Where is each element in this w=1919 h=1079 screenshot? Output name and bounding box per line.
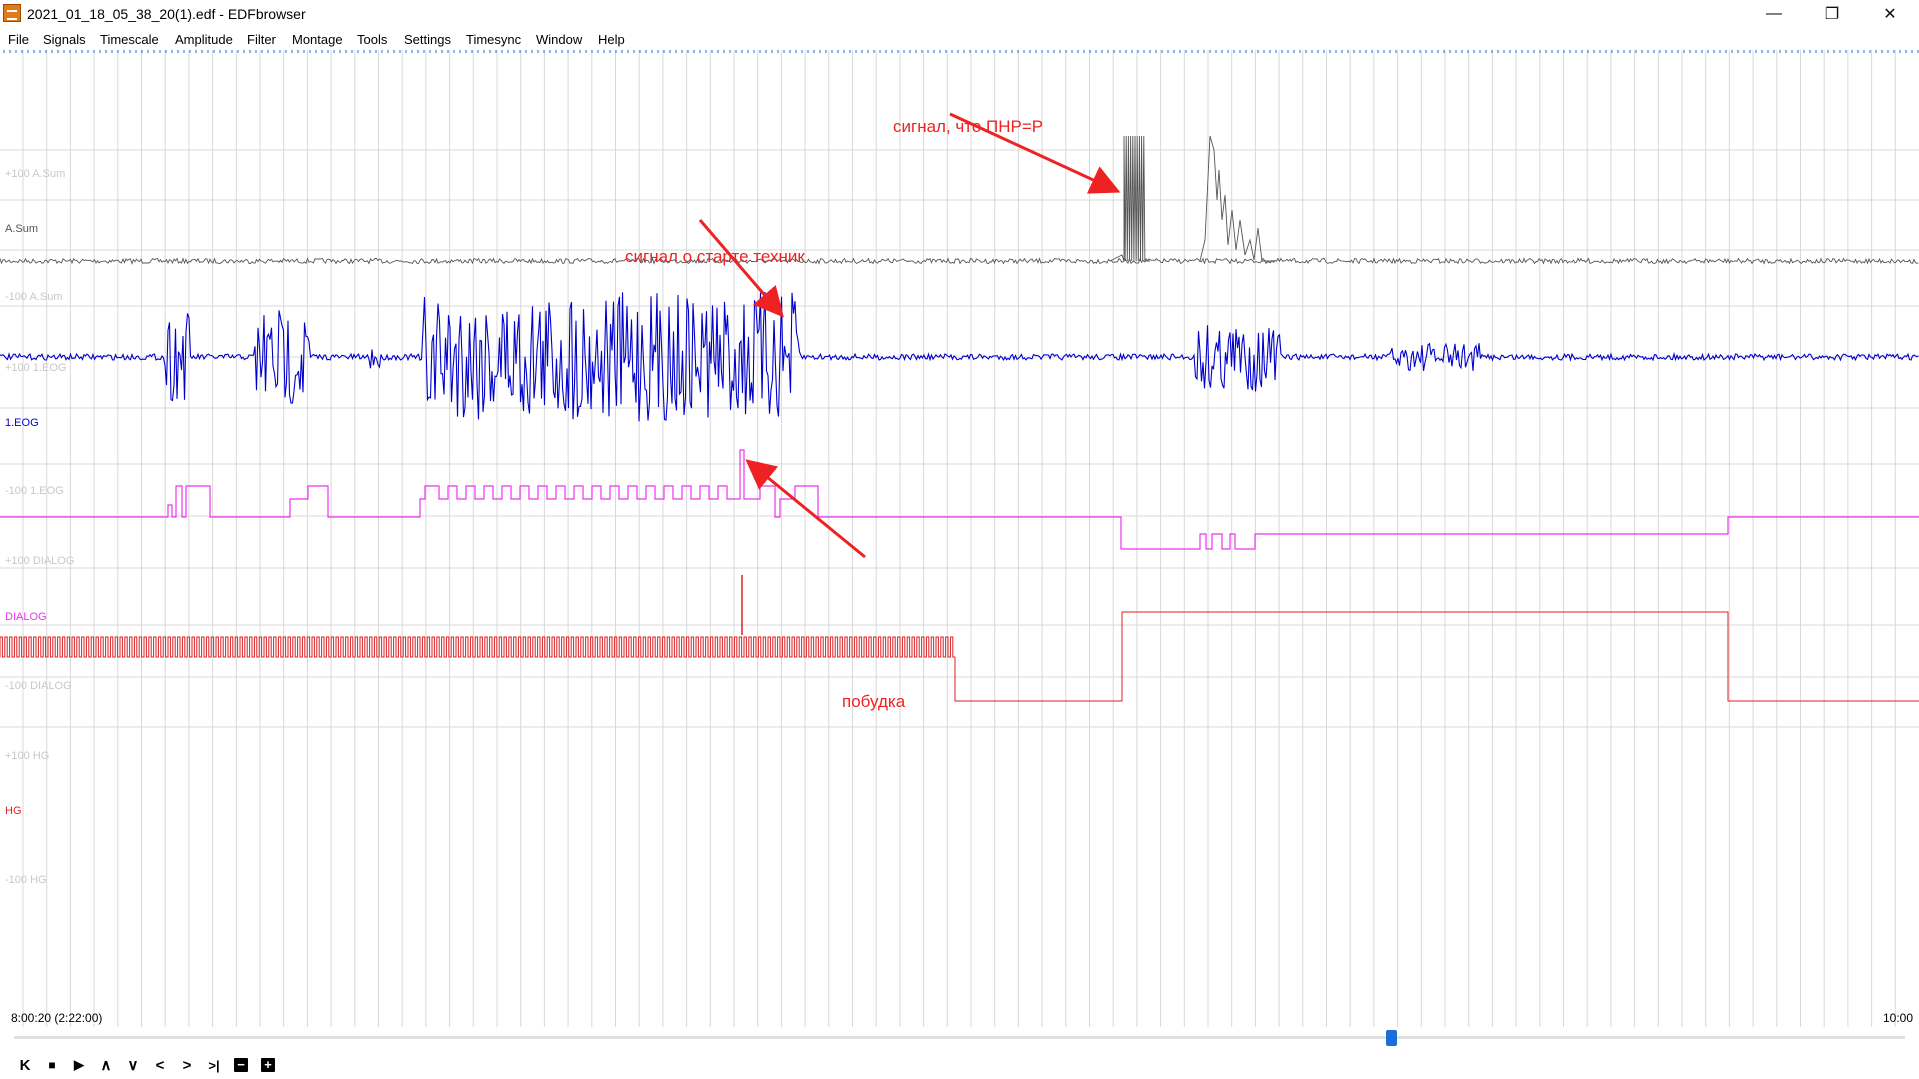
plus-icon: + <box>261 1058 275 1072</box>
go-to-start-button[interactable]: K <box>15 1055 35 1075</box>
dialog-upper-scale: +100 DIALOG <box>5 555 75 567</box>
signal-traces[interactable] <box>0 50 1919 1027</box>
dialog-trace <box>0 449 1919 550</box>
skip-start-icon: K <box>19 1056 31 1074</box>
asum-spike-burst <box>1109 135 1150 262</box>
stop-button[interactable]: ■ <box>42 1055 62 1075</box>
annotation-pnr: сигнал, что ПНР=Р <box>893 117 1044 136</box>
minus-icon: − <box>234 1058 248 1072</box>
restore-button[interactable]: ❐ <box>1803 0 1861 28</box>
play-icon: ▶ <box>74 1057 84 1072</box>
chevron-right-icon: > <box>182 1056 192 1074</box>
asum-upper-scale: +100 A.Sum <box>5 168 66 180</box>
time-scrollbar[interactable] <box>0 1030 1919 1046</box>
scroll-thumb[interactable] <box>1386 1030 1397 1046</box>
menu-timesync[interactable]: Timesync <box>466 32 521 47</box>
chevron-down-icon: ∨ <box>127 1057 139 1074</box>
next-page-button[interactable]: > <box>177 1055 197 1075</box>
eog-lower-scale: -100 1.EOG <box>5 485 64 497</box>
menu-window[interactable]: Window <box>536 32 582 47</box>
asum-lower-scale: -100 A.Sum <box>5 291 63 303</box>
menu-settings[interactable]: Settings <box>404 32 451 47</box>
time-start-label: 8:00:20 (2:22:00) <box>11 1011 103 1025</box>
arrow-wake <box>745 459 866 559</box>
play-button[interactable]: ▶ <box>69 1055 89 1075</box>
menu-timescale[interactable]: Timescale <box>100 32 159 47</box>
title-bar: 2021_01_18_05_38_20(1).edf - EDFbrowser … <box>0 0 1919 28</box>
menu-amplitude[interactable]: Amplitude <box>175 32 233 47</box>
scroll-down-button[interactable]: ∨ <box>123 1055 143 1075</box>
menu-filter[interactable]: Filter <box>247 32 276 47</box>
asum-label: A.Sum <box>5 223 39 235</box>
zoom-out-button[interactable]: − <box>231 1055 251 1075</box>
menu-montage[interactable]: Montage <box>292 32 343 47</box>
scroll-up-button[interactable]: ∧ <box>96 1055 116 1075</box>
close-button[interactable]: ✕ <box>1861 0 1919 28</box>
annotation-wake: побудка <box>842 692 906 711</box>
signal-plot-area[interactable]: +100 A.Sum A.Sum -100 A.Sum +100 1.EOG 1… <box>0 50 1919 1027</box>
eog-label: 1.EOG <box>5 417 39 429</box>
chevron-up-icon: ∧ <box>100 1057 112 1074</box>
stop-icon: ■ <box>48 1058 56 1072</box>
menu-signals[interactable]: Signals <box>43 32 86 47</box>
hg-upper-scale: +100 HG <box>5 750 50 762</box>
time-end-label: 10:00 <box>1882 1011 1913 1025</box>
minimize-button[interactable]: — <box>1745 0 1803 28</box>
chevron-left-icon: < <box>155 1056 165 1074</box>
annotation-start: сигнал о старте техник <box>625 247 805 266</box>
menu-bar: File Signals Timescale Amplitude Filter … <box>0 29 1919 51</box>
navigation-toolbar: K ■ ▶ ∧ ∨ < > >| − + <box>0 1050 1919 1079</box>
previous-page-button[interactable]: < <box>150 1055 170 1075</box>
asum-spike-decay <box>1199 135 1275 262</box>
app-icon <box>3 4 21 22</box>
menu-file[interactable]: File <box>8 32 29 47</box>
menu-help[interactable]: Help <box>598 32 625 47</box>
menu-tools[interactable]: Tools <box>357 32 387 47</box>
hg-label: HG <box>5 805 22 817</box>
zoom-in-button[interactable]: + <box>258 1055 278 1075</box>
eog-upper-scale: +100 1.EOG <box>5 362 67 374</box>
skip-end-icon: >| <box>208 1057 220 1073</box>
asum-trace <box>0 257 1919 265</box>
hg-lower-scale: -100 HG <box>5 874 47 886</box>
scroll-track[interactable] <box>14 1036 1905 1039</box>
go-to-end-button[interactable]: >| <box>204 1055 224 1075</box>
dialog-lower-scale: -100 DIALOG <box>5 680 72 692</box>
window-title: 2021_01_18_05_38_20(1).edf - EDFbrowser <box>27 6 306 22</box>
dialog-label: DIALOG <box>5 611 47 623</box>
